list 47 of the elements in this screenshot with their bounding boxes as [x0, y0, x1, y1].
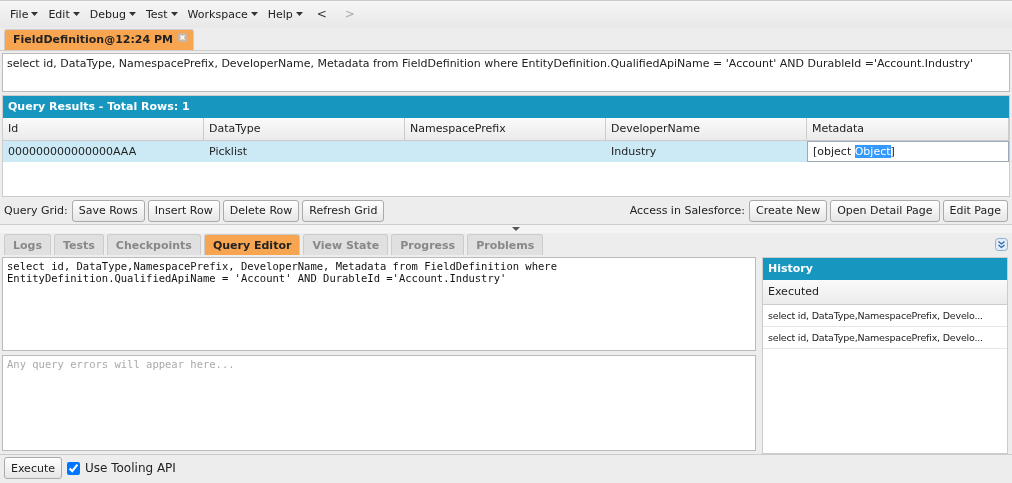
column-header[interactable]: Metadata: [807, 118, 1009, 142]
caret-icon: [295, 12, 303, 17]
tab-label: FieldDefinition@12:24 PM: [13, 33, 173, 47]
query-text[interactable]: select id, DataType, NamespacePrefix, DeveloperName, Metadata from FieldDefinition where EntityDefinition.QualifiedApiName = 'Account' AND DurableId ='Account.Industry': [2, 52, 1010, 93]
menu-item[interactable]: Test: [141, 7, 182, 21]
menu-item[interactable]: Help: [263, 7, 307, 21]
splitter-handle-icon[interactable]: [512, 226, 520, 231]
column-header[interactable]: DataType: [204, 118, 405, 142]
salesforce-button[interactable]: Edit Page: [942, 199, 1008, 222]
nav-button[interactable]: <: [308, 7, 335, 22]
history-header: History: [763, 258, 1007, 281]
menu-item[interactable]: Edit: [44, 7, 84, 21]
grid-button[interactable]: Delete Row: [222, 199, 300, 222]
results-header: Query Results - Total Rows: 1: [3, 96, 1009, 119]
caret-icon: [31, 12, 39, 17]
table-cell: Picklist: [204, 141, 405, 163]
caret-icon: [170, 12, 178, 17]
table-cell: 000000000000000AAA: [3, 141, 204, 163]
execute-button[interactable]: Execute: [4, 457, 62, 480]
panel-tab[interactable]: Query Editor: [203, 234, 301, 256]
toolbar-label: Query Grid:: [4, 204, 68, 218]
column-header[interactable]: Executed: [763, 280, 1007, 306]
checkbox-label: Use Tooling API: [85, 461, 176, 476]
salesforce-button[interactable]: Create New: [749, 199, 828, 222]
grid-button[interactable]: Save Rows: [71, 199, 145, 222]
caret-icon: [128, 12, 136, 17]
grid-button[interactable]: Insert Row: [147, 199, 220, 222]
cell-editor[interactable]: [object Object]: [807, 141, 1009, 163]
caret-icon: [72, 12, 80, 17]
column-header[interactable]: NamespacePrefix: [405, 118, 606, 142]
history-item[interactable]: select id, DataType,NamespacePrefix, Develo...: [763, 327, 1007, 350]
grid-button[interactable]: Refresh Grid: [302, 199, 385, 222]
document-tab[interactable]: FieldDefinition@12:24 PM: [4, 28, 194, 50]
errors-field[interactable]: Any query errors will appear here...: [2, 355, 756, 452]
query-editor[interactable]: select id, DataType,NamespacePrefix, DeveloperName, Metadata from FieldDefinition where EntityDefinition.QualifiedApiName = 'Account' AND DurableId ='Account.Industry': [2, 257, 756, 352]
menu-item[interactable]: Debug: [85, 7, 140, 21]
tooling-checkbox[interactable]: [67, 461, 80, 475]
column-header[interactable]: DeveloperName: [606, 118, 807, 142]
menu-item[interactable]: File: [6, 7, 43, 21]
table-cell: Industry: [606, 141, 807, 163]
collapse-icon[interactable]: [995, 237, 1008, 251]
salesforce-button[interactable]: Open Detail Page: [830, 199, 940, 222]
history-item[interactable]: select id, DataType,NamespacePrefix, Develo...: [763, 305, 1007, 328]
toolbar-label: Access in Salesforce:: [629, 204, 746, 218]
column-header[interactable]: Id: [3, 118, 204, 142]
menu-item[interactable]: Workspace: [183, 7, 262, 21]
caret-icon: [250, 12, 258, 17]
